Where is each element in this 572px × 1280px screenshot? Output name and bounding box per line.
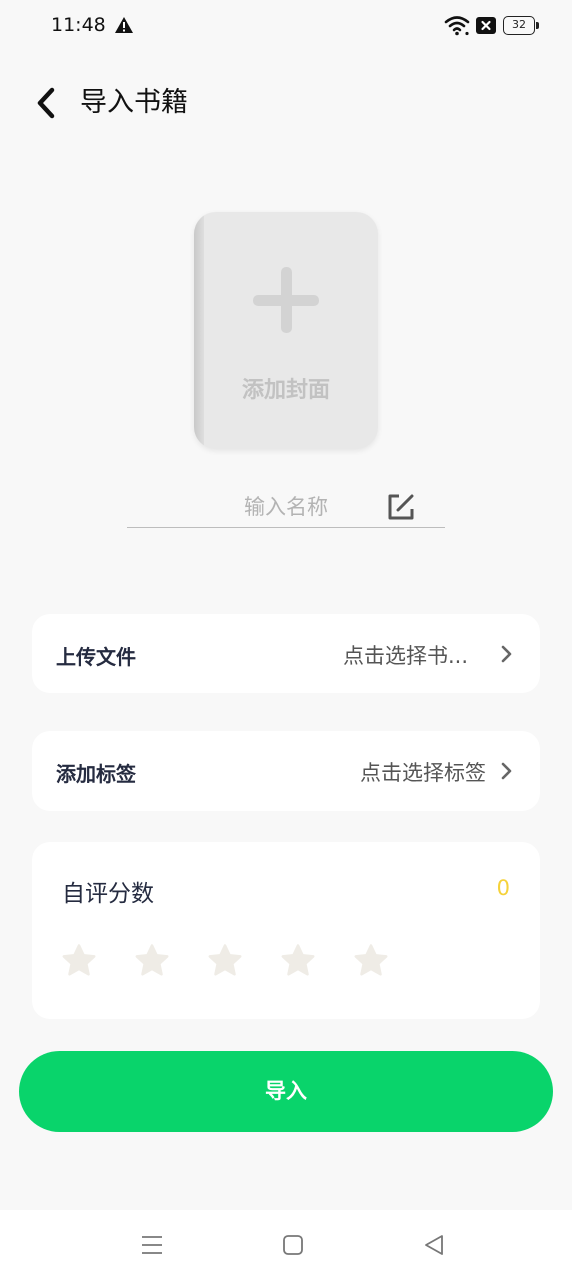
- chevron-right-icon: [501, 645, 512, 663]
- star-icon[interactable]: [60, 942, 98, 980]
- upload-file-value: 点击选择书...: [342, 644, 468, 668]
- rating-title: 自评分数: [62, 881, 154, 907]
- battery-icon: 32: [503, 16, 539, 35]
- upload-file-label: 上传文件: [56, 645, 136, 669]
- edit-icon[interactable]: [385, 491, 417, 523]
- star-icon[interactable]: [279, 942, 317, 980]
- name-field-row: [127, 488, 445, 528]
- add-tags-row[interactable]: 添加标签 点击选择标签: [32, 731, 540, 811]
- home-icon[interactable]: [282, 1234, 304, 1256]
- back-button[interactable]: [30, 84, 64, 122]
- rating-score: 0: [496, 876, 510, 900]
- add-tags-value: 点击选择标签: [360, 761, 486, 785]
- close-box-icon: [476, 17, 496, 34]
- add-tags-label: 添加标签: [56, 762, 136, 786]
- page-title: 导入书籍: [80, 87, 188, 118]
- menu-icon[interactable]: [141, 1234, 163, 1256]
- upload-file-row[interactable]: 上传文件 点击选择书...: [32, 614, 540, 693]
- star-icon[interactable]: [352, 942, 390, 980]
- warning-icon: [115, 17, 133, 33]
- add-cover-button[interactable]: 添加封面: [194, 212, 378, 449]
- add-cover-label: 添加封面: [241, 378, 330, 403]
- import-button[interactable]: 导入: [19, 1051, 553, 1132]
- star-rating: [60, 942, 420, 982]
- battery-level: 32: [503, 16, 535, 35]
- back-icon[interactable]: [423, 1233, 445, 1257]
- status-bar: 11:48 32: [0, 0, 572, 50]
- wifi-icon: [444, 16, 470, 36]
- star-icon[interactable]: [133, 942, 171, 980]
- system-nav-bar: [0, 1210, 572, 1280]
- rating-card: 自评分数 0: [32, 842, 540, 1019]
- cover-spine: [194, 212, 204, 449]
- star-icon[interactable]: [206, 942, 244, 980]
- plus-icon: [253, 267, 319, 333]
- status-time: 11:48: [51, 14, 106, 36]
- chevron-right-icon: [501, 762, 512, 780]
